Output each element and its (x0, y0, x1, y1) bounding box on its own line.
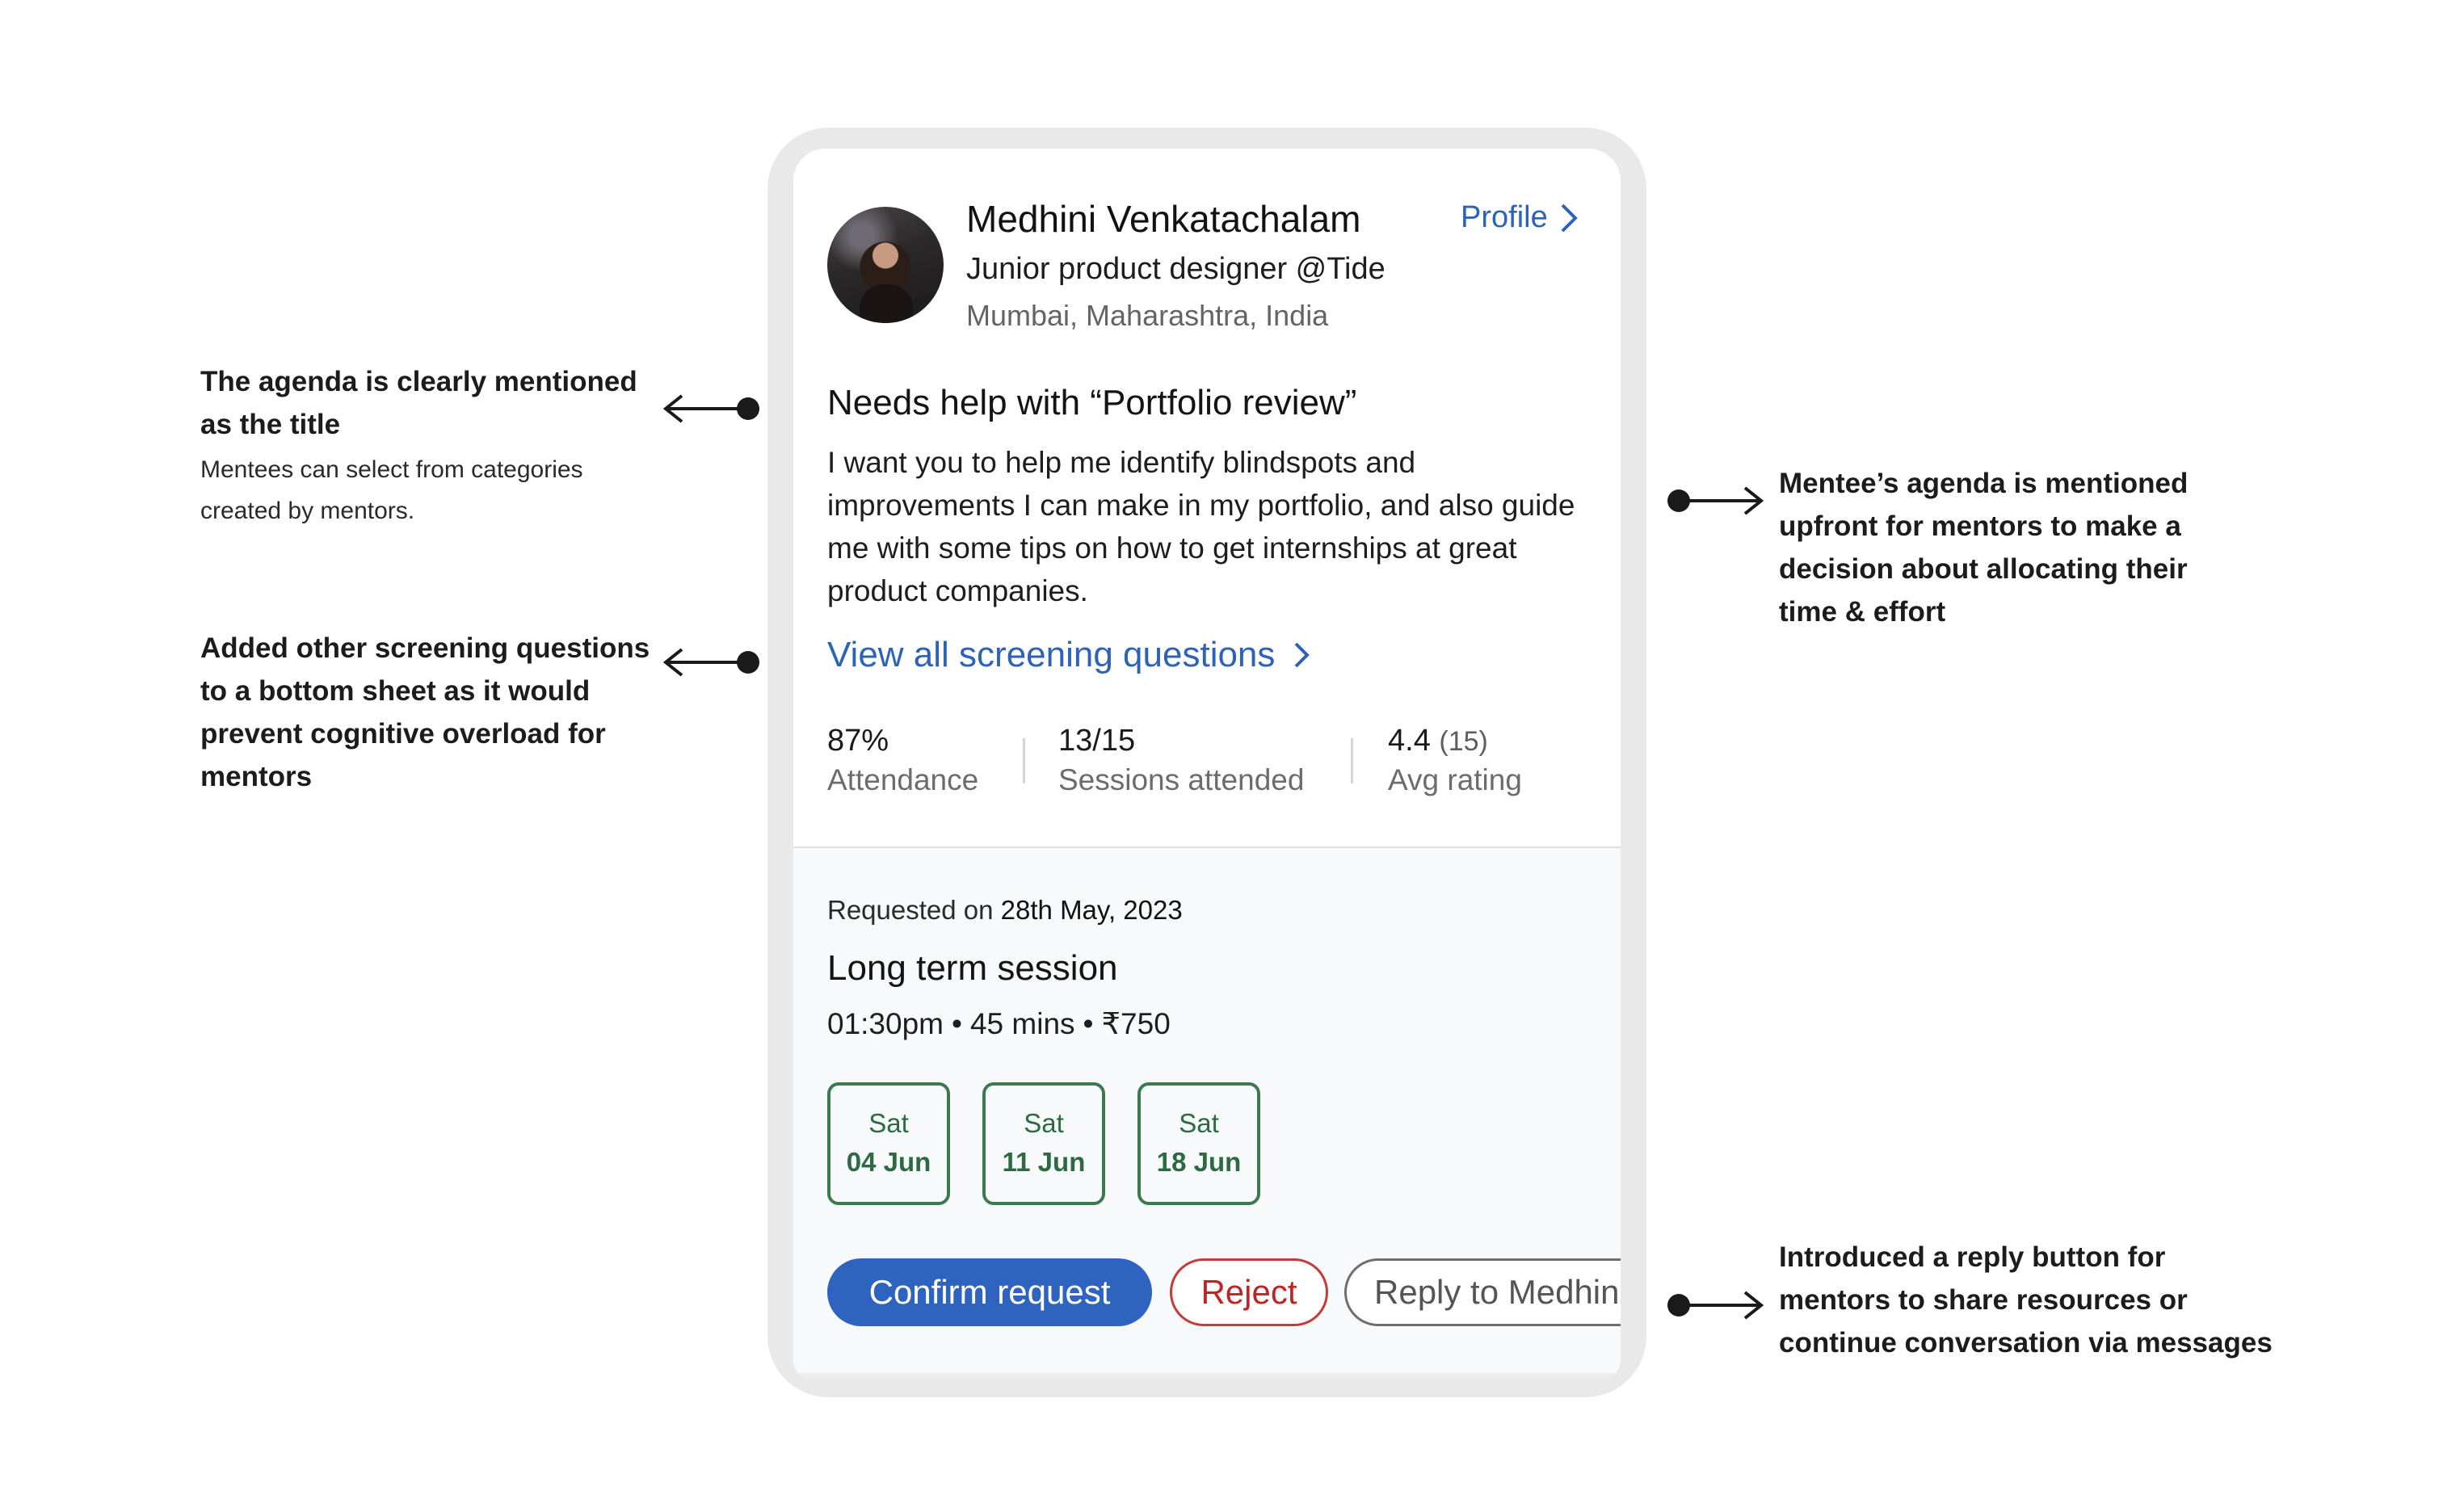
date-chip-date: 18 Jun (1156, 1147, 1242, 1177)
dot-icon: • (952, 1007, 962, 1040)
date-chip-day: Sat (1024, 1108, 1064, 1138)
session-price: ₹750 (1101, 1007, 1171, 1040)
stat-divider (1351, 738, 1353, 783)
arrow-left-icon (662, 648, 759, 677)
stat-value: 13/15 (1058, 724, 1136, 758)
confirm-request-button[interactable]: Confirm request (827, 1258, 1152, 1326)
session-time: 01:30pm (827, 1007, 944, 1040)
mentee-summary: Medhini Venkatachalam Profile Junior pro… (793, 149, 1621, 846)
session-type: Long term session (827, 948, 1118, 988)
date-chip-date: 04 Jun (846, 1147, 931, 1177)
annotation-heading: Introduced a reply button for mentors to… (1779, 1241, 2273, 1359)
annotation-screening: Added other screening questions to a bot… (200, 627, 653, 798)
annotation-reply-button: Introduced a reply button for mentors to… (1779, 1236, 2280, 1364)
view-screening-questions-link[interactable]: View all screening questions (827, 635, 1312, 675)
requested-prefix: Requested on (827, 895, 994, 925)
mentee-name: Medhini Venkatachalam (966, 198, 1361, 240)
stat-divider (1023, 738, 1025, 783)
profile-link-label: Profile (1461, 200, 1548, 234)
stat-value: 87% (827, 724, 889, 758)
reply-button[interactable]: Reply to Medhini (1344, 1258, 1621, 1326)
stat-value: 4.4 (15) (1388, 724, 1522, 758)
annotation-note: Mentees can select from categories creat… (200, 456, 583, 524)
avatar[interactable] (827, 207, 944, 323)
date-chip-date: 11 Jun (1002, 1147, 1086, 1177)
chevron-right-icon (1561, 204, 1578, 232)
date-chip[interactable]: Sat 18 Jun (1137, 1082, 1260, 1205)
stat-sessions-attended: 13/15 Sessions attended (1058, 724, 1304, 797)
annotation-agenda-upfront: Mentee’s agenda is mentioned upfront for… (1779, 462, 2231, 633)
date-chip[interactable]: Sat 11 Jun (982, 1082, 1105, 1205)
profile-link[interactable]: Profile (1461, 200, 1579, 235)
session-meta: 01:30pm • 45 mins • ₹750 (827, 1006, 1171, 1041)
annotation-heading: The agenda is clearly mentioned as the t… (200, 366, 637, 440)
view-screening-questions-label: View all screening questions (827, 635, 1276, 674)
reject-button[interactable]: Reject (1170, 1258, 1328, 1326)
session-duration: 45 mins (969, 1007, 1075, 1040)
agenda-title: Needs help with “Portfolio review” (827, 383, 1357, 422)
date-chip-day: Sat (868, 1108, 909, 1138)
annotation-agenda-title: The agenda is clearly mentioned as the t… (200, 360, 653, 531)
bottom-divider (793, 1373, 1621, 1380)
mentee-location: Mumbai, Maharashtra, India (966, 299, 1329, 332)
annotation-heading: Mentee’s agenda is mentioned upfront for… (1779, 468, 2189, 628)
date-chip-day: Sat (1179, 1108, 1219, 1138)
stat-label: Sessions attended (1058, 763, 1305, 796)
agenda-description: I want you to help me identify blindspot… (827, 446, 1575, 607)
arrow-left-icon (662, 394, 759, 423)
stat-label: Attendance (827, 763, 979, 796)
stat-avg-rating: 4.4 (15) Avg rating (1388, 724, 1522, 797)
mentee-title: Junior product designer @Tide (966, 252, 1385, 286)
stat-label: Avg rating (1388, 763, 1522, 796)
stat-attendance: 87% Attendance (827, 724, 978, 797)
mentorship-request-card: Medhini Venkatachalam Profile Junior pro… (793, 149, 1621, 1380)
annotation-heading: Added other screening questions to a bot… (200, 632, 650, 792)
rating-count: (15) (1439, 726, 1488, 757)
rating-value: 4.4 (1388, 724, 1431, 758)
arrow-right-icon (1667, 486, 1764, 515)
requested-on: Requested on 28th May, 2023 (827, 895, 1183, 926)
arrow-right-icon (1667, 1291, 1764, 1320)
chevron-right-icon (1294, 642, 1310, 668)
requested-date: 28th May, 2023 (1000, 895, 1183, 925)
dot-icon: • (1083, 1007, 1094, 1040)
date-chip[interactable]: Sat 04 Jun (827, 1082, 950, 1205)
